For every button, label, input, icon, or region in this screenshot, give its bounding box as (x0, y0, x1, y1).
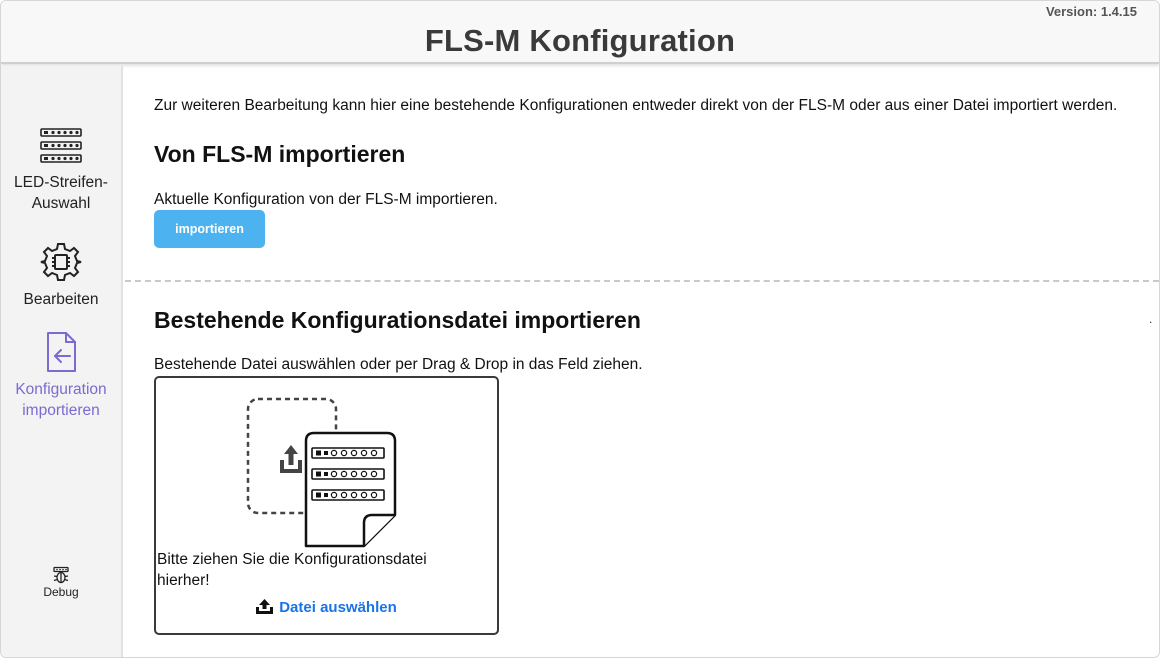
page-title: FLS-M Konfiguration (424, 23, 736, 58)
header: Version: 1.4.15 FLS-M Konfiguration (1, 1, 1159, 64)
choose-file-button[interactable]: Datei auswählen (156, 599, 497, 616)
device-import-title: Von FLS-M importieren (154, 141, 406, 167)
config-file-upload-icon (246, 397, 397, 548)
file-import-description: Bestehende Datei auswählen oder per Drag… (154, 356, 643, 373)
choose-file-label: Datei auswählen (279, 599, 397, 616)
main-content: Zur weiteren Bearbeitung kann hier eine … (125, 66, 1159, 657)
dropzone-instruction: Bitte ziehen Sie die Konfigurationsdatei… (157, 551, 427, 589)
debug-button[interactable]: Debug (1, 566, 121, 599)
gear-chip-icon (40, 243, 82, 281)
version-label: Version: 1.4.15 (1045, 4, 1137, 19)
app-window: Version: 1.4.15 FLS-M Konfiguration LED-… (0, 0, 1160, 658)
device-import-description: Aktuelle Konfiguration von der FLS-M imp… (154, 191, 498, 208)
sidebar: LED-Streifen-Auswahl Bearbeiten Konfigur… (1, 66, 123, 657)
sidebar-item-import-configuration[interactable]: Konfiguration importieren (1, 331, 121, 421)
stray-marker: . (1149, 312, 1153, 326)
upload-icon (256, 599, 274, 614)
section-divider (125, 280, 1159, 282)
led-strip-icon (40, 128, 82, 163)
file-import-icon (47, 332, 76, 372)
import-button[interactable]: importieren (154, 210, 265, 248)
debug-label: Debug (43, 585, 79, 599)
intro-text: Zur weiteren Bearbeitung kann hier eine … (154, 97, 1118, 114)
file-import-title: Bestehende Konfigurationsdatei importier… (154, 307, 641, 333)
file-dropzone[interactable]: Bitte ziehen Sie die Konfigurationsdatei… (154, 376, 499, 635)
sidebar-item-edit[interactable]: Bearbeiten (1, 241, 121, 310)
sidebar-item-label: Bearbeiten (23, 291, 99, 308)
sidebar-item-label: LED-Streifen-Auswahl (14, 174, 108, 212)
bug-icon (53, 566, 69, 584)
sidebar-item-led-strip-selection[interactable]: LED-Streifen-Auswahl (1, 126, 121, 214)
sidebar-item-label: Konfiguration importieren (15, 381, 107, 419)
